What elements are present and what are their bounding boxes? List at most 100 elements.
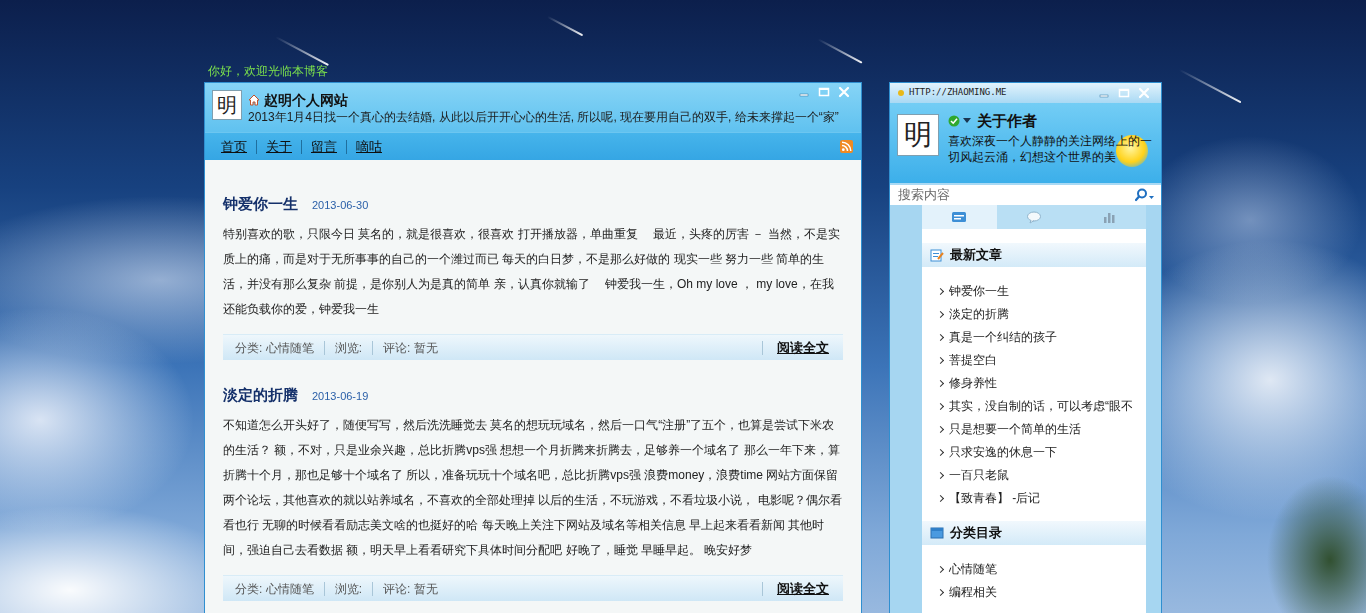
sidebar-item-text[interactable]: 只是想要一个简单的生活 — [949, 418, 1081, 441]
about-title-row: 关于作者 — [948, 111, 1154, 131]
articles-icon[interactable] — [951, 210, 967, 224]
post-category[interactable]: 分类: 心情随笔 — [225, 341, 324, 355]
status-dot — [898, 90, 904, 96]
sidebar-stripe — [1146, 205, 1161, 613]
about-title: 关于作者 — [977, 111, 1037, 131]
site-title[interactable]: 赵明个人网站 — [264, 91, 348, 109]
shooting-star — [817, 38, 862, 63]
sidebar-item[interactable]: 编程相关 — [938, 581, 1146, 604]
dropdown-caret-icon[interactable] — [963, 118, 971, 124]
about-panel: 明关于作者喜欢深夜一个人静静的关注网络上的一切风起云涌，幻想这个世界的美 — [890, 103, 1161, 183]
sidebar-item[interactable]: 只是想要一个简单的生活 — [938, 418, 1146, 441]
sidebar-tabs — [922, 205, 1146, 229]
window-buttons — [1095, 86, 1153, 100]
sidebar-item[interactable]: 心情随笔 — [938, 558, 1146, 581]
sidebar-item[interactable]: 淡定的折腾 — [938, 303, 1146, 326]
sidebar-tab[interactable] — [1071, 205, 1146, 229]
chevron-icon — [937, 334, 944, 341]
close-icon[interactable] — [835, 85, 853, 99]
sidebar-item-text[interactable]: 淡定的折腾 — [949, 303, 1009, 326]
sidebar-item[interactable]: 【致青春】 -后记 — [938, 487, 1146, 510]
sidebar-item-text[interactable]: 钟爱你一生 — [949, 280, 1009, 303]
sidebar-item-text[interactable]: 真是一个纠结的孩子 — [949, 326, 1057, 349]
recent-list: 钟爱你一生淡定的折腾真是一个纠结的孩子菩提空白修身养性其实，没自制的话，可以考虑… — [922, 267, 1146, 521]
post-footer: 分类: 心情随笔浏览:评论: 暂无 阅读全文 — [223, 334, 843, 360]
page: 你好，欢迎光临本博客明赵明个人网站2013年1月4日找一个真心的去结婚, 从此以… — [204, 0, 1162, 613]
post-title-row: 淡定的折腾2013-06-19 — [223, 385, 843, 406]
search-icon[interactable] — [1135, 188, 1155, 202]
post-category[interactable]: 分类: 心情随笔 — [225, 582, 324, 596]
stats-icon[interactable] — [1101, 210, 1117, 224]
sidebar-item-text[interactable]: 菩提空白 — [949, 349, 997, 372]
section-heading: 最新文章 — [922, 243, 1146, 267]
nav-link[interactable]: 首页 — [212, 140, 256, 154]
rss-icon[interactable] — [840, 140, 853, 153]
minimize-icon[interactable] — [1095, 86, 1113, 100]
sidebar-item[interactable]: 钟爱你一生 — [938, 280, 1146, 303]
sidebar-item[interactable]: 其实，没自制的话，可以考虑“眼不 — [938, 395, 1146, 418]
post-views: 浏览: — [324, 341, 372, 355]
nav-bar: 首页关于留言嘀咕 — [205, 132, 861, 160]
online-check-icon[interactable] — [948, 115, 960, 127]
notepad-icon — [930, 248, 944, 262]
post-excerpt: 特别喜欢的歌，只限今日 莫名的，就是很喜欢，很喜欢 打开播放器，单曲重复 最近，… — [223, 222, 843, 322]
close-icon[interactable] — [1135, 86, 1153, 100]
post-excerpt: 不知道怎么开头好了，随便写写，然后洗洗睡觉去 莫名的想玩玩域名，然后一口气“注册… — [223, 413, 843, 563]
comments-icon[interactable] — [1026, 210, 1042, 224]
shooting-star — [547, 16, 583, 37]
post-footer: 分类: 心情随笔浏览:评论: 暂无阅读全文 — [223, 575, 843, 601]
sidebar-item[interactable]: 只求安逸的休息一下 — [938, 441, 1146, 464]
sidebar-item-text[interactable]: 只求安逸的休息一下 — [949, 441, 1057, 464]
sidebar-item-text[interactable]: 心情随笔 — [949, 558, 997, 581]
post-comments[interactable]: 评论: 暂无 — [372, 582, 448, 596]
main-header: 明赵明个人网站2013年1月4日找一个真心的去结婚, 从此以后开开心心的生活, … — [205, 83, 861, 160]
sidebar-body: 最新文章钟爱你一生淡定的折腾真是一个纠结的孩子菩提空白修身养性其实，没自制的话，… — [890, 205, 1161, 613]
search-bar — [890, 183, 1161, 205]
sidebar-window: HTTP://ZHAOMING.ME明关于作者喜欢深夜一个人静静的关注网络上的一… — [889, 82, 1162, 613]
title-row: 赵明个人网站 — [248, 91, 853, 109]
window-buttons — [795, 85, 853, 99]
chevron-icon — [937, 311, 944, 318]
chevron-icon — [937, 288, 944, 295]
sidebar-item[interactable]: 真是一个纠结的孩子 — [938, 326, 1146, 349]
post-title[interactable]: 淡定的折腾 — [223, 385, 298, 405]
sidebar-tab[interactable] — [997, 205, 1072, 229]
sidebar-item-text[interactable]: 一百只老鼠 — [949, 464, 1009, 487]
search-input[interactable] — [898, 185, 1135, 205]
sidebar-tab[interactable] — [922, 205, 997, 229]
section-title: 最新文章 — [950, 245, 1002, 265]
post-comments[interactable]: 评论: 暂无 — [372, 341, 448, 355]
chevron-icon — [937, 357, 944, 364]
sidebar-item-text[interactable]: 编程相关 — [949, 581, 997, 604]
post-list: 钟爱你一生2013-06-30 特别喜欢的歌，只限今日 莫名的，就是很喜欢，很喜欢… — [205, 160, 861, 613]
section-heading: 分类目录 — [922, 521, 1146, 545]
sidebar-item-text[interactable]: 【致青春】 -后记 — [949, 487, 1040, 510]
minimize-icon[interactable] — [795, 85, 813, 99]
sidebar-item-text[interactable]: 修身养性 — [949, 372, 997, 395]
sidebar-stripe — [890, 205, 922, 613]
chevron-icon — [937, 380, 944, 387]
sidebar-content: 最新文章钟爱你一生淡定的折腾真是一个纠结的孩子菩提空白修身养性其实，没自制的话，… — [922, 205, 1146, 613]
post-title-row: 钟爱你一生2013-06-30 — [223, 194, 843, 215]
maximize-icon[interactable] — [1115, 86, 1133, 100]
post: 淡定的折腾2013-06-19 不知道怎么开头好了，随便写写，然后洗洗睡觉去 莫名… — [223, 385, 843, 601]
sidebar-item[interactable]: 一百只老鼠 — [938, 464, 1146, 487]
author-logo[interactable]: 明 — [897, 114, 939, 156]
chevron-icon — [937, 566, 944, 573]
greeting: 你好，欢迎光临本博客 — [204, 63, 1162, 82]
site-logo[interactable]: 明 — [212, 90, 242, 120]
home-icon[interactable] — [248, 94, 260, 106]
chevron-icon — [937, 472, 944, 479]
maximize-icon[interactable] — [815, 85, 833, 99]
read-more-link[interactable]: 阅读全文 — [762, 341, 843, 355]
sidebar-title-bar: HTTP://ZHAOMING.ME — [890, 83, 1161, 103]
nav-link[interactable]: 留言 — [301, 140, 346, 154]
post-title[interactable]: 钟爱你一生 — [223, 194, 298, 214]
nav-link[interactable]: 关于 — [256, 140, 301, 154]
sidebar-item[interactable]: 修身养性 — [938, 372, 1146, 395]
nav-link[interactable]: 嘀咕 — [346, 140, 391, 154]
folder-icon — [930, 526, 944, 540]
sidebar-item[interactable]: 菩提空白 — [938, 349, 1146, 372]
sidebar-item-text[interactable]: 其实，没自制的话，可以考虑“眼不 — [949, 395, 1133, 418]
read-more-link[interactable]: 阅读全文 — [762, 582, 843, 596]
